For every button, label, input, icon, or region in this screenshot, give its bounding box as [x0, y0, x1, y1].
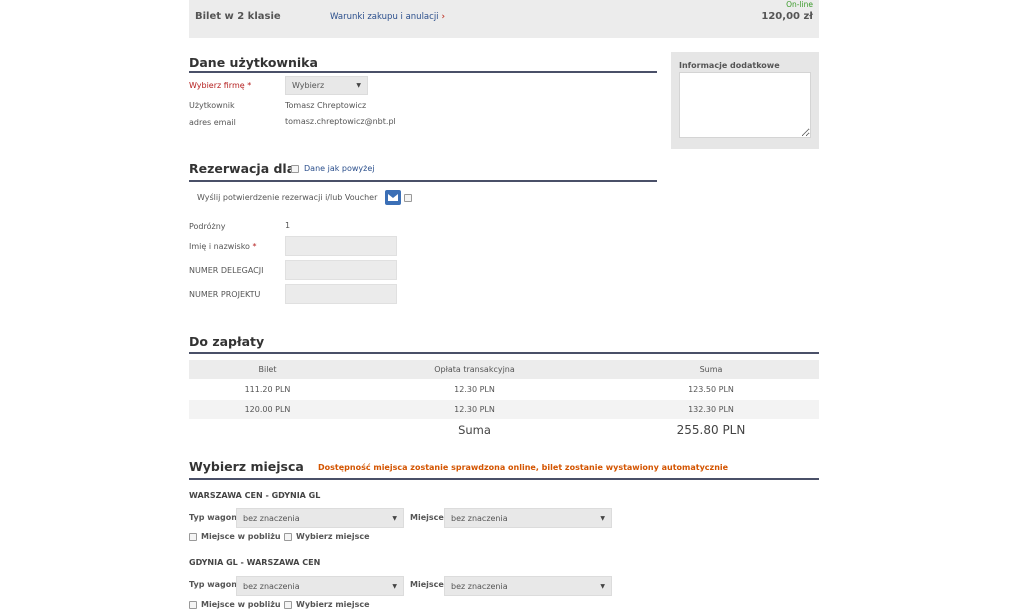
company-select-value: Wybierz [292, 81, 325, 90]
payment-section-title: Do zapłaty [189, 334, 265, 349]
car-type-label: Typ wagonu [189, 513, 243, 522]
total-label: Suma [458, 423, 491, 437]
traveler-value: 1 [285, 221, 291, 230]
choose-seat-checkbox[interactable] [284, 601, 292, 609]
nearby-seat-checkbox[interactable] [189, 601, 197, 609]
chevron-down-icon: ▼ [392, 515, 397, 522]
seat-availability-notice: Dostępność miejsca zostanie sprawdzona o… [318, 463, 729, 472]
same-as-above-checkbox[interactable] [291, 165, 299, 173]
project-input[interactable] [285, 284, 397, 304]
company-label: Wybierz firmę * [189, 81, 251, 90]
send-confirmation-checkbox[interactable] [404, 194, 412, 202]
car-type-label: Typ wagonu [189, 580, 243, 589]
chevron-right-icon: › [441, 12, 446, 22]
seat-select[interactable]: bez znaczenia ▼ [444, 576, 612, 596]
column-header-fee: Opłata transakcyjna [434, 365, 515, 374]
email-label: adres email [189, 118, 236, 127]
company-label-text: Wybierz firmę [189, 81, 245, 90]
chevron-down-icon: ▼ [392, 583, 397, 590]
same-as-above-label[interactable]: Dane jak powyżej [304, 164, 375, 173]
additional-info-title: Informacje dodatkowe [679, 61, 780, 70]
required-mark: * [247, 81, 252, 90]
required-mark: * [252, 242, 257, 251]
ticket-title: Bilet w 2 klasie [195, 11, 281, 22]
terms-link-label: Warunki zakupu i anulacji [330, 12, 439, 22]
nearby-seat-label: Miejsce w pobliżu [201, 532, 281, 541]
traveler-label: Podróżny [189, 222, 226, 231]
reservation-section-title: Rezerwacja dla [189, 161, 296, 176]
mail-button[interactable] [385, 190, 401, 205]
car-type-select[interactable]: bez znaczenia ▼ [236, 576, 404, 596]
reservation-section-divider [189, 180, 657, 182]
choose-seat-label: Wybierz miejsce [296, 532, 370, 541]
name-label: Imię i nazwisko * [189, 242, 257, 251]
ticket-summary-bar: Bilet w 2 klasie Warunki zakupu i anulac… [189, 0, 819, 38]
seat-select[interactable]: bez znaczenia ▼ [444, 508, 612, 528]
table-cell: 123.50 PLN [688, 385, 734, 394]
route-name: WARSZAWA CEN - GDYNIA GL [189, 491, 321, 500]
table-cell: 111.20 PLN [244, 385, 291, 394]
route-name: GDYNIA GL - WARSZAWA CEN [189, 558, 321, 567]
seat-section-divider [189, 478, 819, 480]
seat-label: Miejsce: [410, 513, 447, 522]
car-type-select[interactable]: bez znaczenia ▼ [236, 508, 404, 528]
user-value: Tomasz Chreptowicz [285, 101, 367, 110]
delegation-label: NUMER DELEGACJI [189, 266, 264, 275]
additional-info-box: Informacje dodatkowe [671, 52, 819, 149]
table-cell: 132.30 PLN [688, 405, 734, 414]
chevron-down-icon: ▼ [600, 583, 605, 590]
name-label-text: Imię i nazwisko [189, 242, 250, 251]
send-confirmation-label: Wyślij potwierdzenie rezerwacji i/lub Vo… [197, 193, 378, 202]
seat-label: Miejsce: [410, 580, 447, 589]
chevron-down-icon: ▼ [600, 515, 605, 522]
terms-link[interactable]: Warunki zakupu i anulacji › [330, 12, 445, 22]
seat-section-title: Wybierz miejsca [189, 459, 304, 474]
seat-select-value: bez znaczenia [451, 582, 508, 591]
payment-section-divider [189, 352, 819, 354]
chevron-down-icon: ▼ [356, 82, 361, 89]
column-header-ticket: Bilet [258, 365, 277, 374]
company-select[interactable]: Wybierz ▼ [285, 76, 368, 95]
choose-seat-label: Wybierz miejsce [296, 600, 370, 609]
nearby-seat-checkbox[interactable] [189, 533, 197, 541]
nearby-seat-label: Miejsce w pobliżu [201, 600, 281, 609]
car-type-select-value: bez znaczenia [243, 514, 300, 523]
online-status: On-line [786, 0, 813, 9]
email-value: tomasz.chreptowicz@nbt.pl [285, 117, 396, 126]
user-label: Użytkownik [189, 101, 235, 110]
delegation-input[interactable] [285, 260, 397, 280]
total-value: 255.80 PLN [676, 423, 746, 437]
project-label: NUMER PROJEKTU [189, 290, 261, 299]
car-type-select-value: bez znaczenia [243, 582, 300, 591]
choose-seat-checkbox[interactable] [284, 533, 292, 541]
ticket-price: 120,00 zł [761, 11, 813, 22]
seat-select-value: bez znaczenia [451, 514, 508, 523]
envelope-icon [388, 194, 398, 201]
additional-info-textarea[interactable] [679, 72, 811, 138]
name-input[interactable] [285, 236, 397, 256]
column-header-sum: Suma [699, 365, 723, 374]
table-cell: 12.30 PLN [454, 385, 495, 394]
table-cell: 120.00 PLN [244, 405, 291, 414]
user-section-title: Dane użytkownika [189, 55, 318, 70]
table-cell: 12.30 PLN [454, 405, 495, 414]
user-section-divider [189, 71, 657, 73]
